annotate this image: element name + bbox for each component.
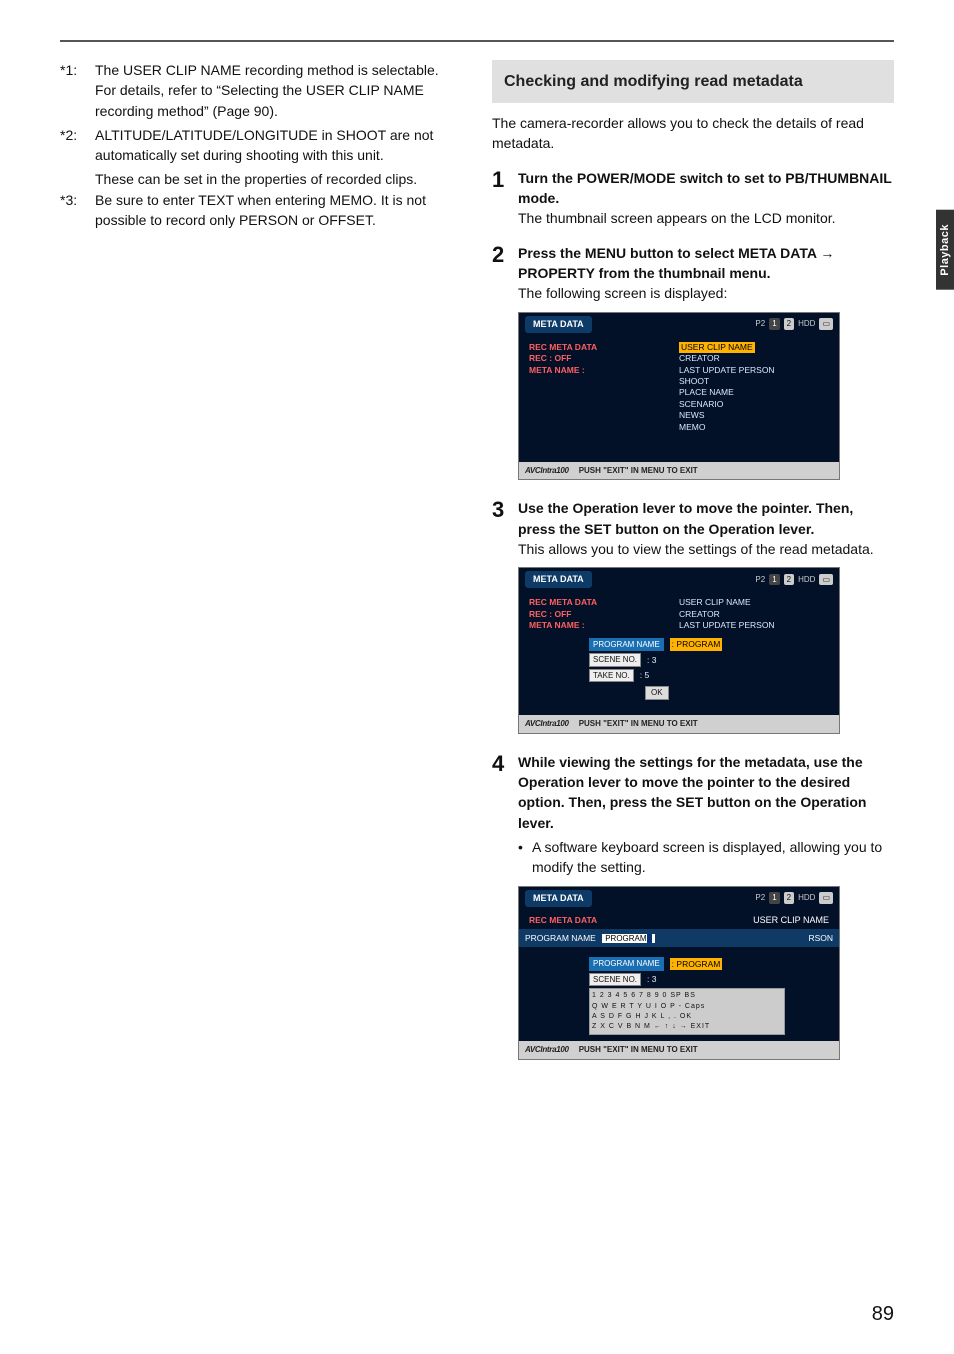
shot1-foot: PUSH "EXIT" IN MENU TO EXIT bbox=[579, 465, 698, 477]
note-1-key: *1: bbox=[60, 60, 95, 121]
side-tab: Playback bbox=[936, 210, 954, 290]
shot1-lup: LAST UPDATE PERSON bbox=[679, 365, 829, 376]
shot1-cre: CREATOR bbox=[679, 353, 829, 364]
page-number: 89 bbox=[872, 1303, 894, 1326]
screenshot-1: META DATA P2 1 2 HDD ▭ REC META D bbox=[518, 312, 840, 481]
step-2: 2 Press the MENU button to select META D… bbox=[492, 243, 894, 485]
step-1-body: The thumbnail screen appears on the LCD … bbox=[518, 208, 894, 228]
take-no-label: TAKE NO. bbox=[589, 669, 634, 683]
note-2: *2: ALTITUDE/LATITUDE/LONGITUDE in SHOOT… bbox=[60, 125, 462, 166]
step-2-body: The following screen is displayed: bbox=[518, 283, 894, 303]
bullet-icon: • bbox=[518, 837, 532, 878]
take-no-val: : 5 bbox=[640, 669, 649, 681]
screenshot-2: META DATA P2 1 2 HDD ▭ bbox=[518, 567, 840, 734]
top-rule bbox=[60, 40, 894, 42]
step-4-num: 4 bbox=[492, 752, 518, 1064]
left-column: *1: The USER CLIP NAME recording method … bbox=[60, 60, 462, 1064]
scene-no-label: SCENE NO. bbox=[589, 653, 641, 667]
shot1-sho: SHOOT bbox=[679, 376, 829, 387]
shot3-title: META DATA bbox=[525, 890, 592, 907]
screenshot-3: META DATA P2 1 2 HDD ▭ REC META DATA bbox=[518, 886, 840, 1060]
edit-field-label: PROGRAM NAME bbox=[525, 933, 596, 943]
note-2-cont: These can be set in the properties of re… bbox=[95, 169, 462, 189]
kbd-row-3: A S D F G H J K L , . OK bbox=[592, 1012, 782, 1022]
shot1-usr: USER CLIP NAME bbox=[679, 342, 755, 353]
note-3: *3: Be sure to enter TEXT when entering … bbox=[60, 190, 462, 231]
hdd-gauge-icon: ▭ bbox=[819, 574, 833, 586]
shot1-sce: SCENARIO bbox=[679, 399, 829, 410]
note-3-key: *3: bbox=[60, 190, 95, 231]
step-3-num: 3 bbox=[492, 498, 518, 738]
hdd-gauge-icon: ▭ bbox=[819, 318, 833, 330]
note-3-body: Be sure to enter TEXT when entering MEMO… bbox=[95, 190, 462, 231]
note-2-body: ALTITUDE/LATITUDE/LONGITUDE in SHOOT are… bbox=[95, 125, 462, 166]
shot1-mem: MEMO bbox=[679, 422, 829, 433]
rson-fragment: RSON bbox=[808, 932, 833, 944]
edit-field-value: PROGRAM bbox=[605, 934, 646, 943]
shot1-l2: REC : OFF bbox=[529, 353, 679, 364]
step-4-head: While viewing the settings for the metad… bbox=[518, 752, 894, 833]
shot2-title: META DATA bbox=[525, 571, 592, 588]
step-3-body: This allows you to view the settings of … bbox=[518, 539, 894, 559]
shot1-brand: AVCIntra100 bbox=[525, 465, 569, 477]
soft-keyboard: 1 2 3 4 5 6 7 8 9 0 SP BS Q W E R T Y U … bbox=[589, 988, 785, 1035]
kbd-row-2: Q W E R T Y U I O P - Caps bbox=[592, 1002, 782, 1012]
hdd-gauge-icon: ▭ bbox=[819, 892, 833, 904]
slot-2-badge: 2 bbox=[784, 318, 794, 330]
shot1-l1: REC META DATA bbox=[529, 342, 679, 353]
scene-no-val: : 3 bbox=[647, 654, 656, 666]
note-1-body: The USER CLIP NAME recording method is s… bbox=[95, 60, 462, 121]
step-3: 3 Use the Operation lever to move the po… bbox=[492, 498, 894, 738]
step-3-head: Use the Operation lever to move the poin… bbox=[518, 498, 894, 539]
right-column: Checking and modifying read metadata The… bbox=[492, 60, 894, 1064]
step-2-head: Press the MENU button to select META DAT… bbox=[518, 243, 894, 284]
shot1-l3: META NAME : bbox=[529, 365, 679, 376]
prog-name-val: : PROGRAM bbox=[670, 638, 723, 650]
shot1-pla: PLACE NAME bbox=[679, 387, 829, 398]
hdd-label: HDD bbox=[798, 318, 815, 330]
shot1-new: NEWS bbox=[679, 410, 829, 421]
text-cursor-icon bbox=[647, 934, 652, 943]
step-1: 1 Turn the POWER/MODE switch to set to P… bbox=[492, 168, 894, 229]
section-intro: The camera-recorder allows you to check … bbox=[492, 113, 894, 154]
kbd-row-4: Z X C V B N M ← ↑ ↓ → EXIT bbox=[592, 1022, 782, 1032]
ok-button: OK bbox=[645, 686, 669, 700]
shot1-title: META DATA bbox=[525, 316, 592, 333]
step-2-num: 2 bbox=[492, 243, 518, 485]
note-1: *1: The USER CLIP NAME recording method … bbox=[60, 60, 462, 121]
kbd-row-1: 1 2 3 4 5 6 7 8 9 0 SP BS bbox=[592, 991, 782, 1001]
note-2-key: *2: bbox=[60, 125, 95, 166]
prog-name-label: PROGRAM NAME bbox=[589, 638, 664, 652]
p2-label: P2 bbox=[755, 318, 765, 330]
step-1-head: Turn the POWER/MODE switch to set to PB/… bbox=[518, 168, 894, 209]
section-heading: Checking and modifying read metadata bbox=[492, 60, 894, 103]
step-4-bullet: A software keyboard screen is displayed,… bbox=[532, 837, 894, 878]
slot-1-badge: 1 bbox=[769, 318, 779, 330]
step-4: 4 While viewing the settings for the met… bbox=[492, 752, 894, 1064]
step-1-num: 1 bbox=[492, 168, 518, 229]
